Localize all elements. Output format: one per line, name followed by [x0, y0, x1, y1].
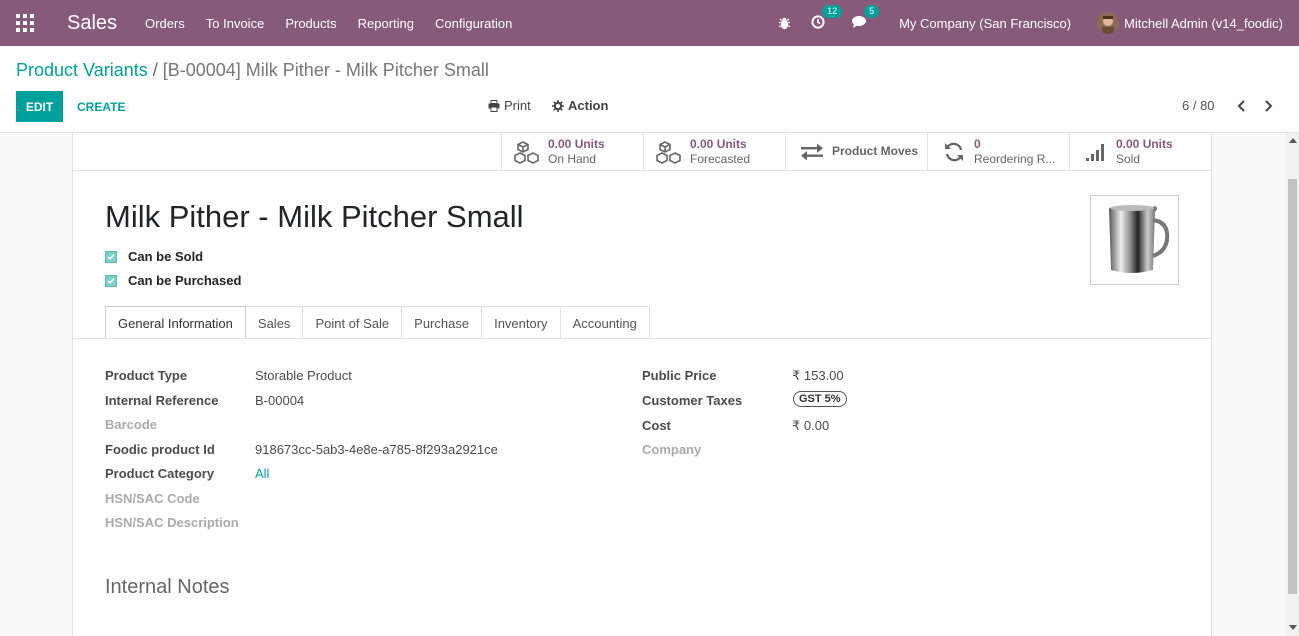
chat-icon — [851, 15, 867, 32]
notebook-tabs: General Information Sales Point of Sale … — [105, 306, 650, 339]
forecasted-value: 0.00 Units — [690, 136, 747, 151]
breadcrumb: Product Variants / [B-00004] Milk Pither -… — [16, 60, 489, 81]
product-category-link[interactable]: All — [255, 466, 269, 481]
forecasted-button[interactable]: 0.00 Units Forecasted — [643, 133, 785, 170]
create-button[interactable]: CREATE — [77, 91, 125, 122]
top-navbar: Sales Orders To Invoice Products Reporti… — [0, 0, 1299, 46]
foodic-product-id-value[interactable]: 918673cc-5ab3-4e8e-a785-8f293a2921ce — [255, 442, 498, 457]
signal-icon — [1082, 140, 1110, 164]
cubes-icon — [514, 140, 542, 164]
internal-notes-heading: Internal Notes — [105, 576, 230, 598]
chevron-left-icon — [1237, 100, 1246, 112]
can-be-purchased-label: Can be Purchased — [128, 273, 242, 288]
print-label: Print — [504, 98, 531, 113]
reordering-rules-label: Reordering R... — [974, 151, 1056, 166]
cost-value[interactable]: ₹ 0.00 — [792, 418, 829, 434]
avatar[interactable] — [1097, 12, 1120, 34]
menu-to-invoice[interactable]: To Invoice — [206, 16, 265, 31]
internal-reference-value[interactable]: B-00004 — [255, 393, 304, 408]
edit-button[interactable]: EDIT — [16, 91, 63, 122]
control-panel: Product Variants / [B-00004] Milk Pither -… — [0, 46, 1299, 133]
scroll-up-arrow-icon[interactable] — [1289, 138, 1297, 143]
product-type-value[interactable]: Storable Product — [255, 368, 352, 383]
exchange-icon — [798, 140, 826, 164]
tab-inventory[interactable]: Inventory — [482, 306, 561, 339]
messages-button[interactable]: 5 — [851, 4, 880, 32]
vertical-scrollbar[interactable] — [1286, 133, 1299, 636]
sold-button[interactable]: 0.00 Units Sold — [1069, 133, 1211, 170]
chevron-right-icon — [1264, 100, 1273, 112]
company-label: Company — [642, 442, 702, 457]
reordering-rules-button[interactable]: 0 Reordering R... — [927, 133, 1069, 170]
product-name[interactable]: Milk Pither - Milk Pitcher Small — [105, 199, 524, 235]
public-price-label: Public Price — [642, 368, 717, 383]
cubes-icon — [656, 140, 684, 164]
breadcrumb-parent[interactable]: Product Variants — [16, 60, 148, 80]
on-hand-button[interactable]: 0.00 Units On Hand — [501, 133, 643, 170]
can-be-purchased-row: Can be Purchased — [105, 273, 241, 288]
customer-taxes-label: Customer Taxes — [642, 393, 743, 408]
forecasted-label: Forecasted — [690, 151, 751, 166]
smart-button-box: 0.00 Units On Hand 0.00 Units Forecasted — [501, 133, 1211, 171]
product-image[interactable] — [1090, 195, 1179, 285]
product-moves-label: Product Moves — [832, 144, 919, 158]
print-button[interactable]: Print — [488, 98, 531, 113]
hsn-sac-description-label: HSN/SAC Description — [105, 515, 239, 530]
on-hand-label: On Hand — [548, 151, 597, 166]
tab-purchase[interactable]: Purchase — [402, 306, 483, 339]
message-count-badge: 5 — [864, 4, 880, 18]
breadcrumb-separator: / — [152, 60, 158, 80]
gear-icon — [552, 99, 564, 112]
scroll-thumb[interactable] — [1288, 179, 1297, 594]
breadcrumb-current: [B-00004] Milk Pither - Milk Pitcher Sma… — [162, 60, 489, 80]
action-button[interactable]: Action — [552, 98, 608, 113]
tab-general-information[interactable]: General Information — [105, 306, 246, 339]
can-be-sold-row: Can be Sold — [105, 249, 203, 264]
product-category-label: Product Category — [105, 466, 215, 481]
sold-value: 0.00 Units — [1116, 136, 1173, 151]
barcode-label: Barcode — [105, 417, 158, 432]
tab-accounting[interactable]: Accounting — [560, 306, 650, 339]
cost-label: Cost — [642, 418, 671, 433]
on-hand-value: 0.00 Units — [548, 136, 605, 151]
tabs-divider — [73, 338, 1213, 339]
tab-point-of-sale[interactable]: Point of Sale — [303, 306, 403, 339]
internal-reference-label: Internal Reference — [105, 393, 219, 408]
form-view: 0.00 Units On Hand 0.00 Units Forecasted — [0, 133, 1286, 636]
clock-icon — [811, 14, 825, 32]
activities-button[interactable]: 12 — [811, 4, 843, 32]
reordering-rules-value: 0 — [974, 136, 981, 151]
pager-next-button[interactable] — [1260, 98, 1276, 114]
company-switcher[interactable]: My Company (San Francisco) — [899, 16, 1071, 31]
pager-previous-button[interactable] — [1233, 98, 1249, 114]
menu-configuration[interactable]: Configuration — [435, 16, 512, 31]
tab-sales[interactable]: Sales — [245, 306, 304, 339]
print-icon — [488, 99, 500, 112]
apps-grid-icon[interactable] — [0, 0, 50, 46]
pager-value[interactable]: 6 / 80 — [1182, 98, 1215, 113]
refresh-icon — [940, 140, 968, 164]
can-be-sold-checkbox[interactable] — [105, 250, 117, 263]
form-sheet: 0.00 Units On Hand 0.00 Units Forecasted — [72, 133, 1213, 636]
public-price-value[interactable]: ₹ 153.00 — [792, 368, 844, 384]
action-label: Action — [568, 98, 609, 113]
hsn-sac-code-label: HSN/SAC Code — [105, 491, 200, 506]
scroll-down-arrow-icon[interactable] — [1289, 625, 1297, 630]
foodic-product-id-label: Foodic product Id — [105, 442, 215, 457]
product-moves-button[interactable]: Product Moves — [785, 133, 927, 170]
can-be-sold-label: Can be Sold — [128, 249, 204, 264]
product-type-label: Product Type — [105, 368, 188, 383]
activity-count-badge: 12 — [822, 4, 843, 18]
tax-tag-badge[interactable]: GST 5% — [793, 391, 847, 407]
sold-label: Sold — [1116, 151, 1141, 166]
can-be-purchased-checkbox[interactable] — [105, 274, 117, 287]
user-menu[interactable]: Mitchell Admin (v14_foodic) — [1124, 16, 1283, 31]
menu-orders[interactable]: Orders — [145, 16, 185, 31]
menu-products[interactable]: Products — [285, 16, 336, 31]
bug-icon[interactable] — [778, 17, 791, 30]
menu-reporting[interactable]: Reporting — [358, 16, 414, 31]
app-name[interactable]: Sales — [67, 12, 117, 35]
